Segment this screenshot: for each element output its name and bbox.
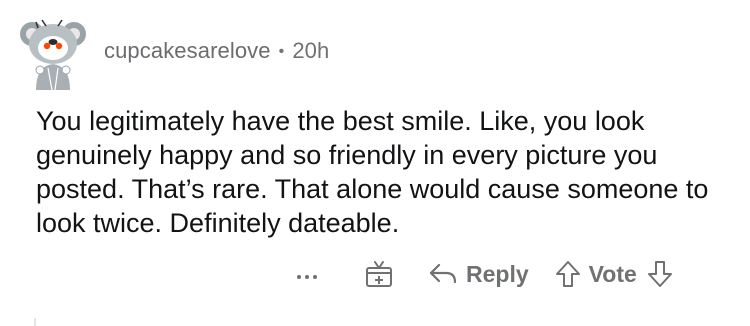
more-dot	[305, 275, 309, 279]
more-options-button[interactable]	[290, 254, 324, 294]
downvote-arrow-icon	[647, 261, 672, 287]
reply-arrow-icon	[429, 263, 457, 284]
comment-body: You legitimately have the best smile. Li…	[36, 106, 709, 238]
user-avatar[interactable]	[18, 12, 90, 91]
vote-count-label: Vote	[588, 260, 637, 287]
koala-avatar-icon	[20, 19, 86, 91]
comment: cupcakesarelove • 20h You legitimately hav…	[0, 0, 750, 326]
award-button[interactable]	[364, 254, 398, 294]
thread-line[interactable]	[34, 318, 36, 326]
reply-label: Reply	[466, 260, 529, 287]
more-dot	[313, 275, 317, 279]
award-icon	[366, 261, 392, 287]
comment-timestamp[interactable]: 20h	[292, 38, 329, 63]
downvote-button[interactable]	[647, 260, 673, 288]
upvote-arrow-icon	[555, 261, 580, 287]
comment-actions: Reply Vote	[290, 254, 673, 294]
more-dot	[297, 275, 301, 279]
reply-button[interactable]: Reply	[428, 261, 529, 288]
meta-separator: •	[278, 43, 285, 60]
comment-meta: cupcakesarelove • 20h	[104, 38, 329, 64]
author-username[interactable]: cupcakesarelove	[104, 38, 271, 63]
upvote-button[interactable]	[555, 260, 581, 288]
